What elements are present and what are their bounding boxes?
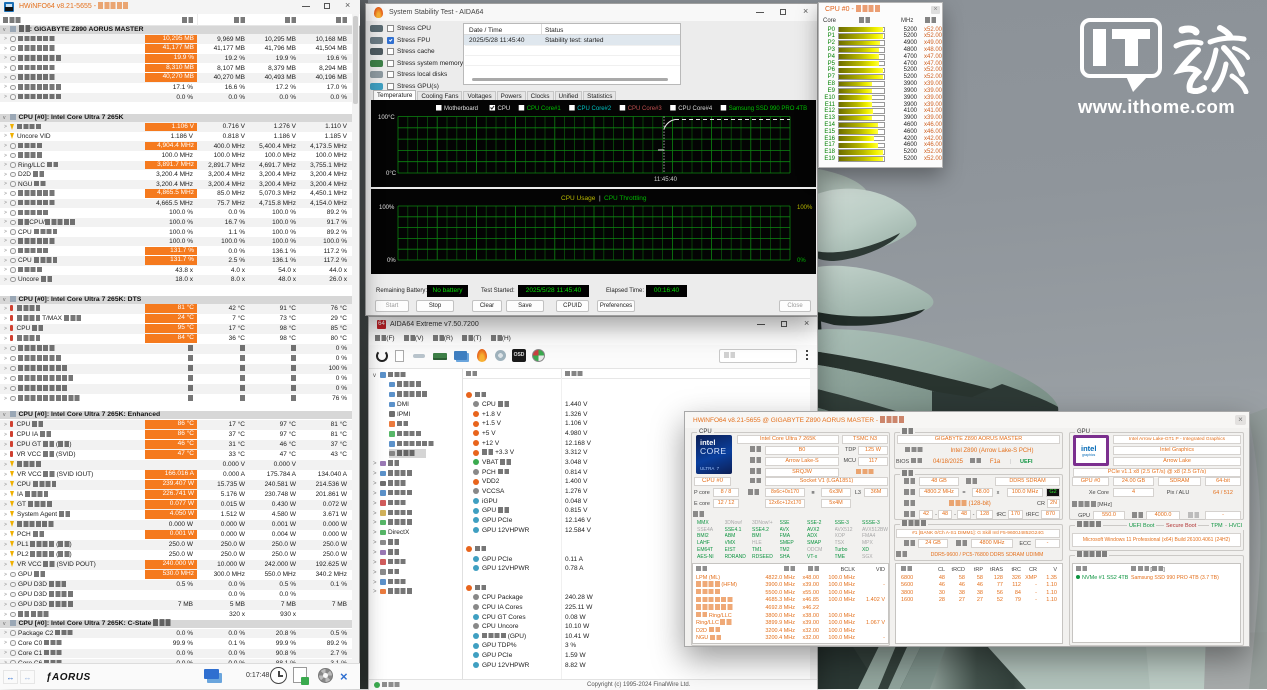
svg-text:Motherboard: Motherboard — [444, 106, 478, 112]
svg-text:100°C: 100°C — [378, 115, 395, 121]
svg-text:CPU Usage: CPU Usage — [561, 195, 596, 202]
svg-text:100%: 100% — [797, 205, 813, 211]
svg-text:CPU Core#2: CPU Core#2 — [577, 106, 612, 112]
svg-text:11:45:40: 11:45:40 — [654, 177, 678, 183]
svg-text:CPU Core#3: CPU Core#3 — [628, 106, 663, 112]
svg-text:CPU Core#4: CPU Core#4 — [678, 106, 713, 112]
svg-text:0%: 0% — [387, 258, 396, 264]
svg-text:0%: 0% — [797, 258, 806, 264]
svg-text:|: | — [599, 195, 601, 202]
svg-text:Samsung SSD 990 PRO 4TB: Samsung SSD 990 PRO 4TB — [729, 106, 807, 112]
svg-text:CPU Core#1: CPU Core#1 — [527, 106, 562, 112]
svg-text:CPU: CPU — [498, 106, 511, 112]
svg-text:100%: 100% — [379, 205, 395, 211]
svg-text:CPU Throttling: CPU Throttling — [604, 195, 647, 202]
svg-text:0°C: 0°C — [386, 171, 397, 177]
